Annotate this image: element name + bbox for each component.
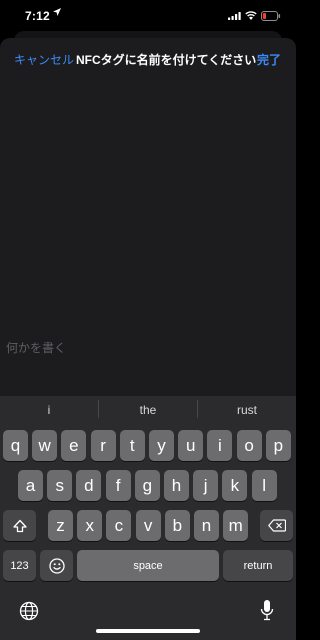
key-m[interactable]: m [223, 510, 249, 541]
key-o[interactable]: o [236, 430, 262, 461]
key-e[interactable]: e [61, 430, 87, 461]
key-c[interactable]: c [106, 510, 132, 541]
wifi-icon [245, 11, 257, 20]
space-key[interactable]: space [77, 550, 219, 581]
key-a[interactable]: a [18, 470, 43, 501]
status-bar: 7:12 [0, 0, 296, 34]
key-r[interactable]: r [90, 430, 116, 461]
cellular-signal-icon [228, 12, 241, 20]
suggestion-1[interactable]: i [0, 403, 98, 417]
shift-key[interactable] [3, 510, 36, 541]
key-h[interactable]: h [164, 470, 189, 501]
key-j[interactable]: j [193, 470, 219, 501]
keyboard: i the rust qwertyuiop asdfghjkl zxcvbnm … [0, 396, 296, 640]
shift-icon [12, 519, 27, 532]
key-n[interactable]: n [194, 510, 219, 541]
key-s[interactable]: s [47, 470, 73, 501]
microphone-icon[interactable] [260, 599, 274, 621]
navigation-bar: キャンセル NFCタグに名前を付けてください 完了 [0, 38, 296, 78]
key-d[interactable]: d [76, 470, 102, 501]
cancel-button[interactable]: キャンセル [14, 51, 74, 68]
suggestion-bar: i the rust [0, 396, 296, 424]
emoji-icon [48, 557, 65, 574]
numbers-key[interactable]: 123 [3, 550, 36, 581]
key-q[interactable]: q [3, 430, 28, 461]
key-w[interactable]: w [32, 430, 58, 461]
location-arrow-icon [53, 8, 61, 16]
key-g[interactable]: g [134, 470, 160, 501]
key-i[interactable]: i [207, 430, 233, 461]
done-button[interactable]: 完了 [257, 51, 281, 68]
delete-key[interactable] [260, 510, 293, 541]
suggestion-3[interactable]: rust [198, 403, 296, 417]
key-z[interactable]: z [48, 510, 73, 541]
home-indicator [96, 629, 200, 633]
key-y[interactable]: y [149, 430, 174, 461]
emoji-key[interactable] [40, 550, 73, 581]
battery-low-icon [261, 11, 281, 21]
key-l[interactable]: l [251, 470, 277, 501]
return-key[interactable]: return [223, 550, 293, 581]
key-p[interactable]: p [265, 430, 291, 461]
key-u[interactable]: u [178, 430, 204, 461]
key-v[interactable]: v [135, 510, 161, 541]
suggestion-2[interactable]: the [99, 403, 197, 417]
key-k[interactable]: k [222, 470, 248, 501]
page-title: NFCタグに名前を付けてください [76, 53, 257, 67]
backspace-icon [267, 519, 286, 532]
globe-icon[interactable] [19, 601, 39, 621]
key-t[interactable]: t [119, 430, 145, 461]
status-time: 7:12 [25, 9, 50, 23]
key-x[interactable]: x [77, 510, 103, 541]
key-f[interactable]: f [105, 470, 131, 501]
key-b[interactable]: b [164, 510, 190, 541]
text-placeholder: 何かを書く [6, 341, 67, 355]
